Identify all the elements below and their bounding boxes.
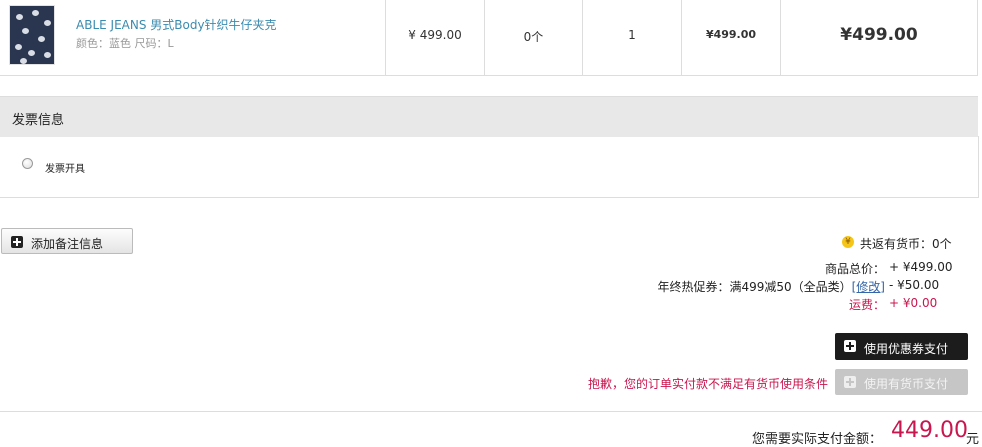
order-item-row: ABLE JEANS 男式Body针织牛仔夹克 颜色：蓝色 尺码：L ¥ 499… — [0, 0, 978, 76]
coin-reward: 0个 — [523, 30, 544, 44]
promo-value: - ¥50.00 — [889, 278, 940, 292]
payable-unit: 元 — [966, 432, 980, 447]
invoice-section-body: 发票开具 — [0, 136, 979, 198]
add-note-label: 添加备注信息 — [31, 237, 104, 251]
invoice-option-label[interactable]: 发票开具 — [45, 160, 85, 175]
unit-price: ¥ 499.00 — [408, 28, 462, 42]
item-subtotal: ¥499.00 — [705, 28, 757, 41]
product-thumbnail[interactable] — [9, 5, 55, 65]
quantity: 1 — [628, 28, 636, 42]
goods-total-label: 商品总价： — [824, 262, 885, 276]
promo-label-text: 年终热促券：满499减50（全品类） — [657, 280, 852, 294]
coin-pay-label: 使用有货币支付 — [864, 377, 949, 391]
invoice-radio[interactable] — [22, 158, 33, 169]
coupon-pay-button[interactable]: 使用优惠券支付 — [835, 333, 968, 360]
promo-label: 年终热促券：满499减50（全品类）[修改] — [600, 278, 885, 295]
coupon-pay-label: 使用优惠券支付 — [864, 342, 949, 356]
shipping-value: + ¥0.00 — [889, 296, 938, 310]
goods-total-value: + ¥499.00 — [889, 260, 953, 274]
payable-amount: 449.00 — [891, 418, 968, 443]
item-total: ¥499.00 — [840, 25, 918, 45]
product-name-link[interactable]: ABLE JEANS 男式Body针织牛仔夹克 — [76, 16, 277, 33]
add-note-button[interactable]: 添加备注信息 — [1, 228, 133, 254]
shipping-label: 运费： — [848, 298, 885, 312]
coins-return-text: 共返有货币：0个 — [860, 237, 952, 251]
plus-icon — [11, 236, 23, 248]
plus-icon — [844, 340, 856, 352]
invoice-section-header: 发票信息 — [0, 96, 978, 137]
coin-icon: ¥ — [842, 236, 854, 248]
plus-icon — [844, 376, 856, 388]
coin-pay-button[interactable]: 使用有货币支付 — [835, 369, 968, 395]
promo-modify-link[interactable]: [修改] — [852, 280, 885, 294]
divider — [0, 411, 982, 412]
column-divider — [977, 0, 978, 75]
coin-warning-text: 抱歉，您的订单实付款不满足有货币使用条件 — [588, 377, 829, 391]
payable-label: 您需要实际支付金额： — [752, 432, 883, 447]
invoice-title: 发票信息 — [12, 113, 65, 128]
product-attributes: 颜色：蓝色 尺码：L — [76, 37, 174, 50]
